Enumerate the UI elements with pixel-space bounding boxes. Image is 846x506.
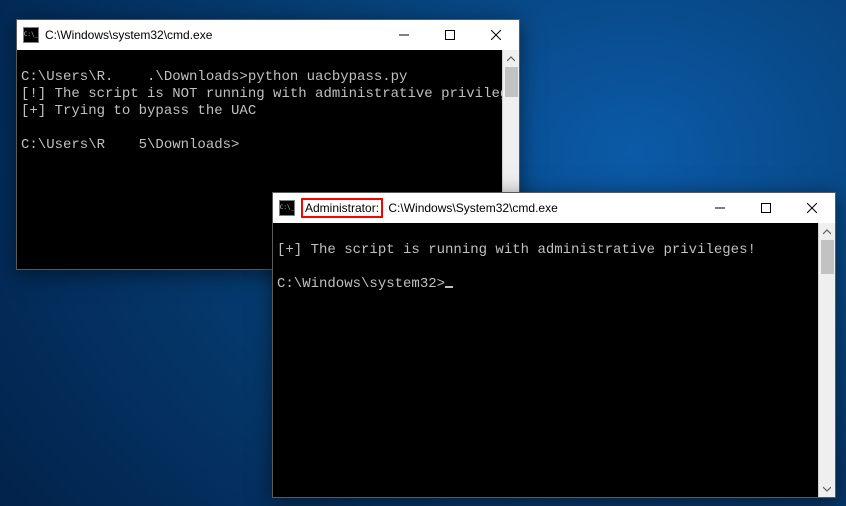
- window-title: Administrator: C:\Windows\System32\cmd.e…: [301, 198, 558, 218]
- titlebar[interactable]: Administrator: C:\Windows\System32\cmd.e…: [273, 193, 835, 223]
- console-line: [!] The script is NOT running with admin…: [21, 86, 519, 102]
- window-controls: [697, 193, 835, 223]
- scroll-down-button[interactable]: [819, 480, 835, 497]
- cmd-icon: [279, 200, 295, 216]
- console-line: C:\Users\R. .\Downloads>python uacbypass…: [21, 69, 407, 85]
- scroll-thumb[interactable]: [505, 67, 518, 97]
- cursor-icon: [445, 286, 453, 288]
- scroll-thumb[interactable]: [821, 240, 834, 274]
- admin-label-highlight: Administrator:: [301, 198, 383, 218]
- cmd-icon: [23, 27, 39, 43]
- window-controls: [381, 20, 519, 50]
- cmd-window-admin: Administrator: C:\Windows\System32\cmd.e…: [272, 192, 836, 498]
- maximize-button[interactable]: [427, 20, 473, 50]
- window-title-path: C:\Windows\System32\cmd.exe: [385, 201, 558, 215]
- console-prompt: C:\Users\R 5\Downloads>: [21, 137, 239, 153]
- close-button[interactable]: [789, 193, 835, 223]
- close-button[interactable]: [473, 20, 519, 50]
- scroll-up-button[interactable]: [503, 50, 519, 67]
- minimize-button[interactable]: [381, 20, 427, 50]
- console-line: [+] The script is running with administr…: [277, 242, 756, 258]
- console-line: [+] Trying to bypass the UAC: [21, 103, 256, 119]
- console-area[interactable]: [+] The script is running with administr…: [273, 223, 835, 497]
- titlebar[interactable]: C:\Windows\system32\cmd.exe: [17, 20, 519, 50]
- minimize-button[interactable]: [697, 193, 743, 223]
- maximize-button[interactable]: [743, 193, 789, 223]
- console-prompt: C:\Windows\system32>: [277, 276, 445, 292]
- window-title: C:\Windows\system32\cmd.exe: [45, 28, 212, 42]
- scroll-up-button[interactable]: [819, 223, 835, 240]
- vertical-scrollbar[interactable]: [818, 223, 835, 497]
